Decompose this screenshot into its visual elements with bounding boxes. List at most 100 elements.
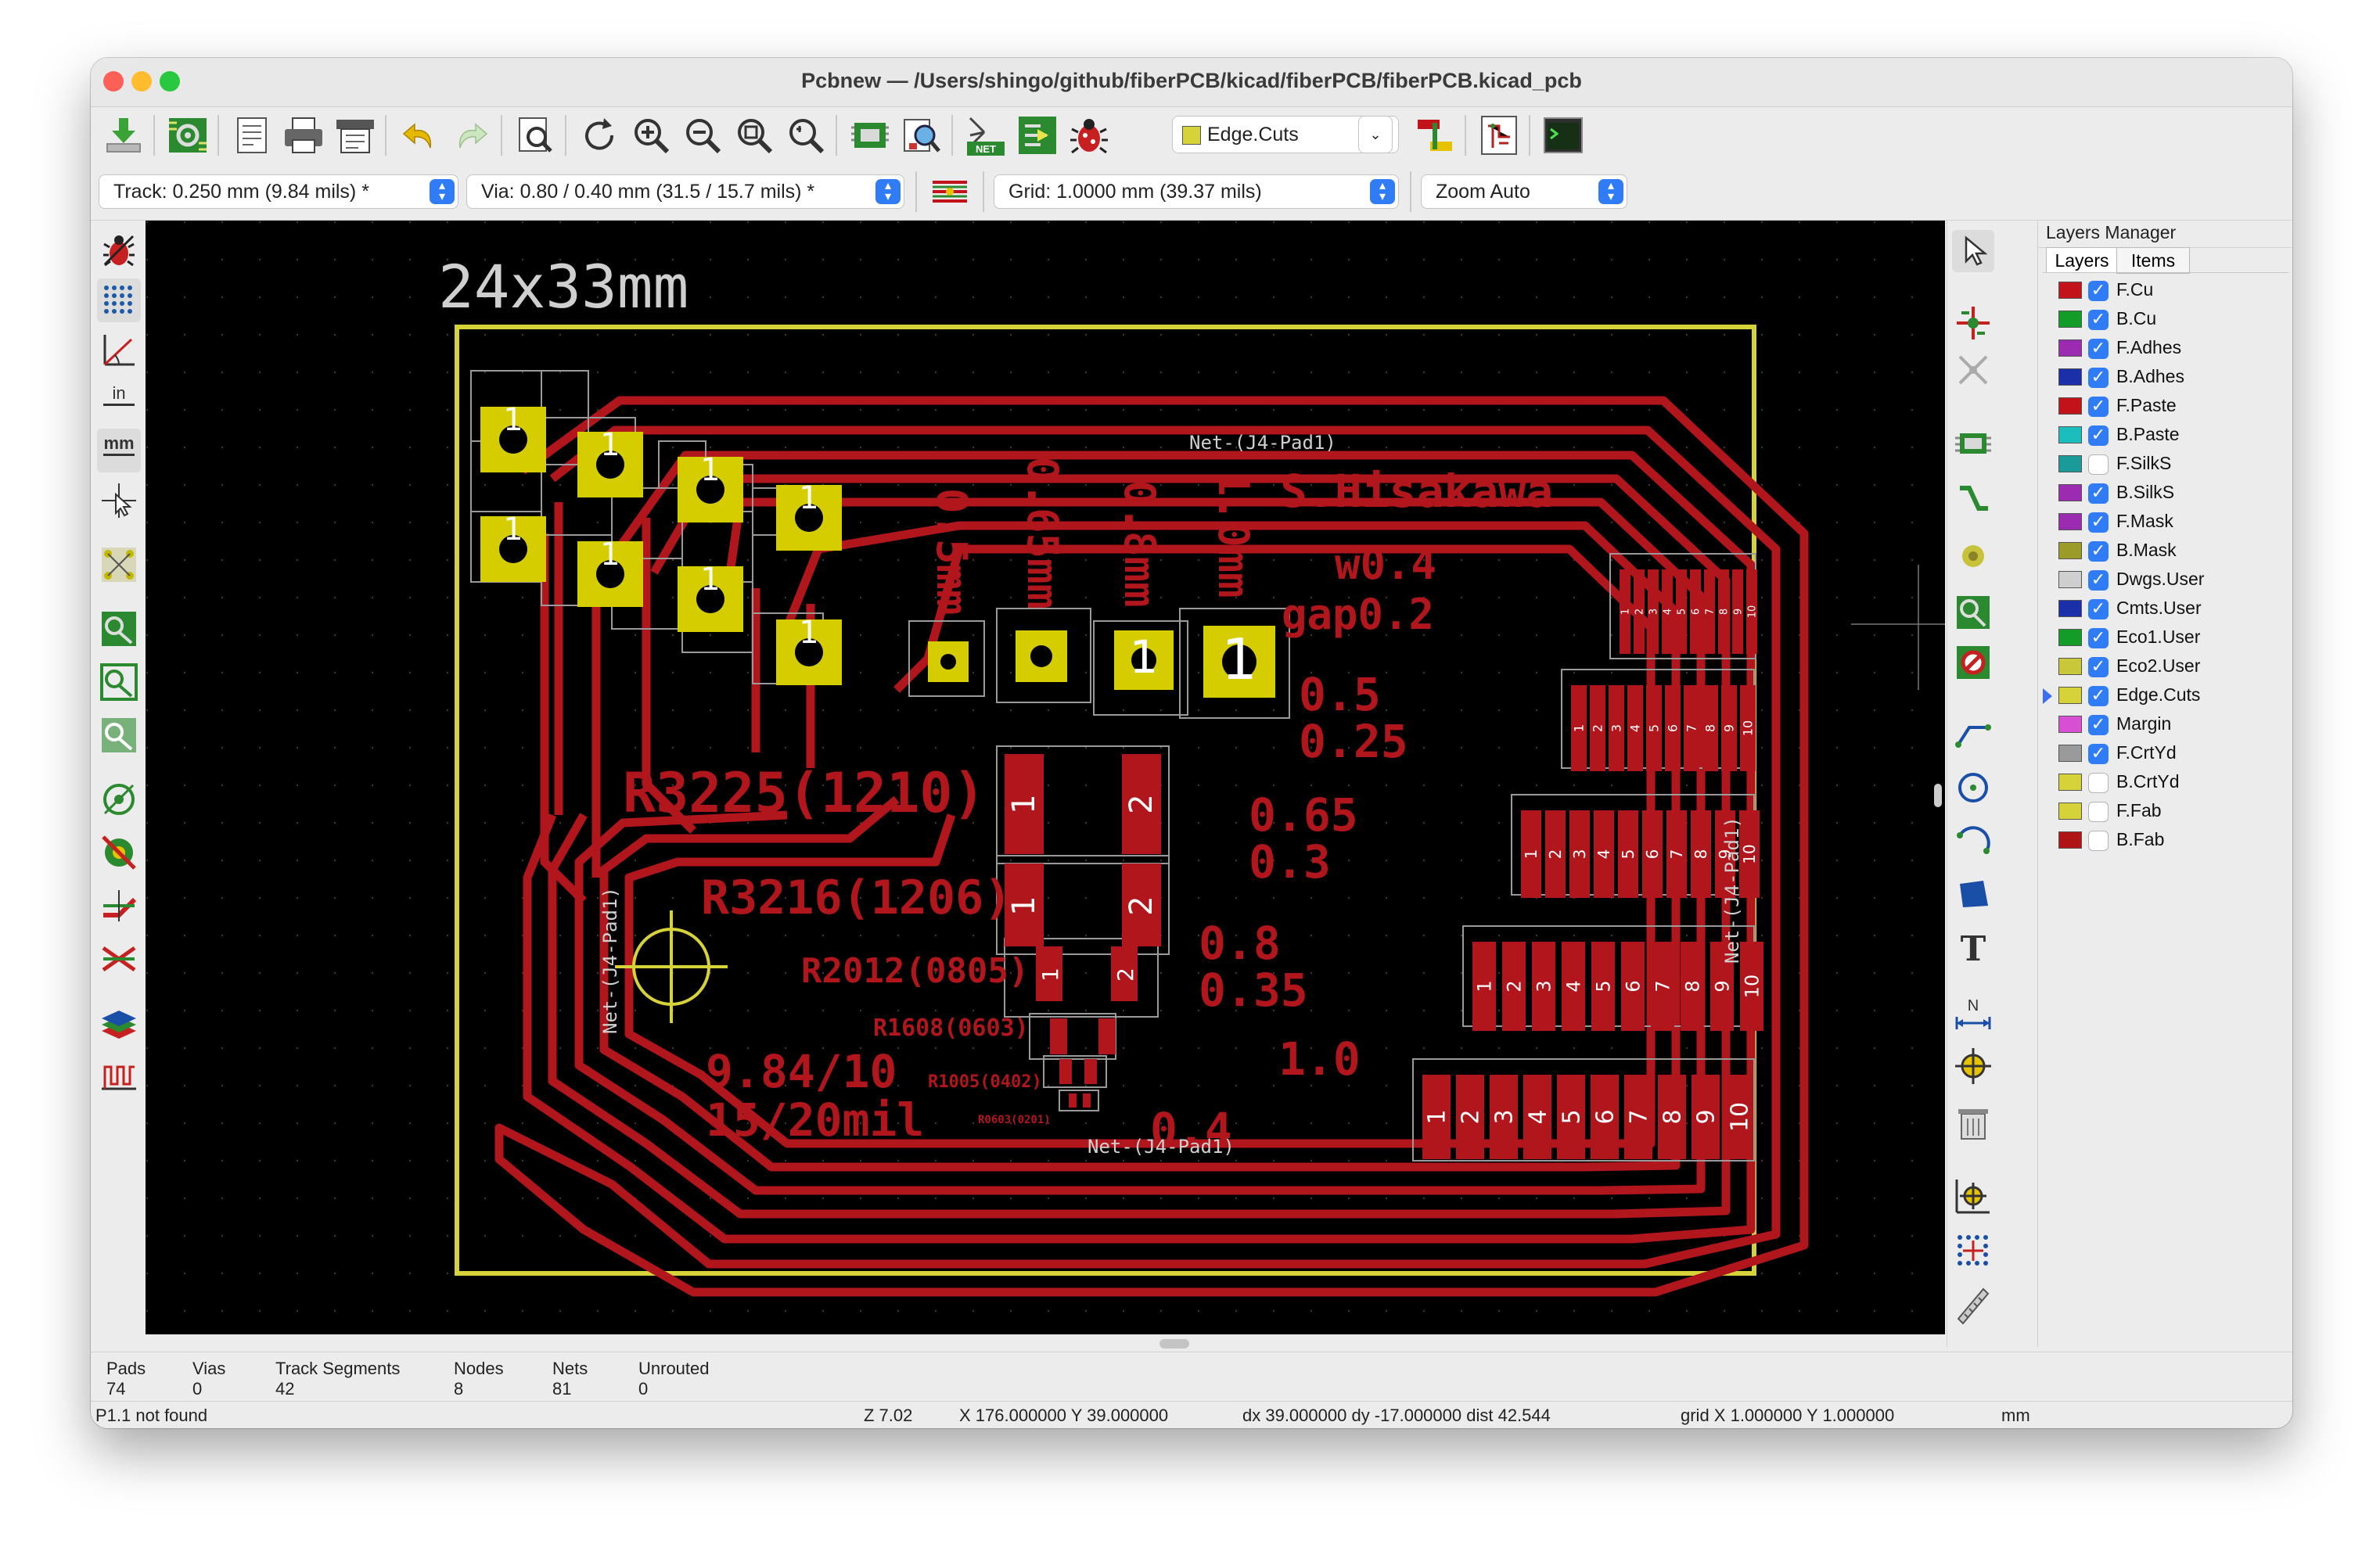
zoom-selection-icon[interactable] xyxy=(782,112,829,159)
layers-manager-icon[interactable] xyxy=(97,1001,141,1045)
drc-off-icon[interactable] xyxy=(97,228,141,272)
load-netlist-icon[interactable]: NET xyxy=(962,112,1009,159)
layer-row[interactable]: ✓ Cmts.User xyxy=(2046,595,2281,623)
layer-visibility-checkbox[interactable]: ✓ xyxy=(2088,541,2109,562)
high-contrast-icon[interactable] xyxy=(97,937,141,981)
add-text-icon[interactable]: T xyxy=(1952,926,1994,969)
layer-color-swatch[interactable] xyxy=(2058,282,2082,299)
layer-row[interactable]: ✓ B.Adhes xyxy=(2046,364,2281,392)
layer-row[interactable]: F.SilkS xyxy=(2046,451,2281,479)
layer-row[interactable]: ✓ B.Paste xyxy=(2046,422,2281,450)
layer-visibility-checkbox[interactable] xyxy=(2088,802,2109,822)
redo-icon[interactable] xyxy=(448,112,494,159)
draw-line-icon[interactable] xyxy=(1952,713,1994,756)
layer-color-swatch[interactable] xyxy=(2058,513,2082,530)
tab-layers[interactable]: Layers xyxy=(2046,247,2118,273)
layer-color-swatch[interactable] xyxy=(2058,774,2082,791)
zone-fill-icon[interactable] xyxy=(97,713,141,757)
layer-visibility-checkbox[interactable]: ✓ xyxy=(2088,657,2109,677)
drc-bug-icon[interactable] xyxy=(1066,112,1113,159)
layer-pair-icon[interactable] xyxy=(1411,112,1458,159)
layer-visibility-checkbox[interactable]: ✓ xyxy=(2088,570,2109,591)
layer-dropdown-button[interactable]: ⌄ xyxy=(1358,116,1393,153)
show-zones-icon[interactable] xyxy=(97,607,141,651)
layer-row[interactable]: ✓ F.Paste xyxy=(2046,393,2281,421)
layer-row[interactable]: B.Fab xyxy=(2046,827,2281,855)
layer-row[interactable]: ✓ F.Mask xyxy=(2046,508,2281,537)
layer-color-swatch[interactable] xyxy=(2058,831,2082,849)
layer-visibility-checkbox[interactable]: ✓ xyxy=(2088,628,2109,648)
drill-origin-icon[interactable] xyxy=(1952,1175,1994,1217)
layer-target-icon[interactable] xyxy=(1952,1045,1994,1087)
layer-color-swatch[interactable] xyxy=(2058,600,2082,617)
select-arrow-icon[interactable] xyxy=(1952,230,1994,272)
layer-visibility-checkbox[interactable]: ✓ xyxy=(2088,599,2109,619)
download-icon[interactable] xyxy=(100,112,147,159)
cursor-shape-icon[interactable] xyxy=(97,479,141,522)
layer-row[interactable]: ✓ B.Cu xyxy=(2046,306,2281,334)
track-sketch-icon[interactable] xyxy=(97,884,141,928)
horizontal-scroll-handle[interactable] xyxy=(1159,1339,1189,1348)
draw-arc-icon[interactable] xyxy=(1952,820,1994,862)
route-track-icon[interactable] xyxy=(1952,479,1994,521)
draw-circle-icon[interactable] xyxy=(1952,767,1994,809)
pcb-canvas[interactable]: 24x33mm 1 1 1 1 1 1 1 1 1 1 0.5mm 0.65mm… xyxy=(146,221,1945,1339)
layer-row[interactable]: ✓ Margin xyxy=(2046,711,2281,739)
plot-icon[interactable] xyxy=(332,112,379,159)
add-zone-icon[interactable] xyxy=(1952,591,1994,634)
pad-sketch-icon[interactable] xyxy=(97,777,141,821)
layer-row[interactable]: ✓ Dwgs.User xyxy=(2046,566,2281,594)
vertical-scroll-handle[interactable] xyxy=(1934,784,1942,807)
layer-visibility-checkbox[interactable]: ✓ xyxy=(2088,425,2109,446)
measure-icon[interactable] xyxy=(1952,1283,1994,1325)
show-schematic-icon[interactable] xyxy=(1476,112,1523,159)
layer-visibility-checkbox[interactable]: ✓ xyxy=(2088,397,2109,417)
ratsnest-icon[interactable] xyxy=(97,543,141,587)
tweak-icon[interactable] xyxy=(1952,349,1994,391)
via-size-select[interactable]: Via: 0.80 / 0.40 mm (31.5 / 15.7 mils) *… xyxy=(466,174,904,209)
grid-select[interactable]: Grid: 1.0000 mm (39.37 mils) ▴ ▾ xyxy=(994,174,1399,209)
layer-row[interactable]: B.CrtYd xyxy=(2046,769,2281,797)
layer-color-swatch[interactable] xyxy=(2058,658,2082,675)
layer-visibility-checkbox[interactable]: ✓ xyxy=(2088,310,2109,330)
add-dimension-icon[interactable]: N xyxy=(1952,992,1994,1034)
layer-color-swatch[interactable] xyxy=(2058,571,2082,588)
layer-visibility-checkbox[interactable]: ✓ xyxy=(2088,686,2109,706)
layer-row[interactable]: ✓ Eco2.User xyxy=(2046,653,2281,681)
grid-dots-icon[interactable] xyxy=(97,278,141,322)
layer-row[interactable]: ✓ Edge.Cuts xyxy=(2043,682,2281,710)
zoom-fit-icon[interactable] xyxy=(731,112,778,159)
layer-color-swatch[interactable] xyxy=(2058,803,2082,820)
layer-color-swatch[interactable] xyxy=(2058,455,2082,472)
grid-origin-icon[interactable] xyxy=(1952,1230,1994,1272)
tab-items[interactable]: Items xyxy=(2116,247,2190,274)
layer-visibility-checkbox[interactable]: ✓ xyxy=(2088,744,2109,764)
layer-visibility-checkbox[interactable] xyxy=(2088,831,2109,851)
footprint-browser-icon[interactable] xyxy=(898,112,945,159)
layer-row[interactable]: ✓ F.Adhes xyxy=(2046,335,2281,363)
layer-color-swatch[interactable] xyxy=(2058,687,2082,704)
redraw-icon[interactable] xyxy=(576,112,623,159)
layer-row[interactable]: ✓ F.CrtYd xyxy=(2046,740,2281,768)
layer-color-swatch[interactable] xyxy=(2058,311,2082,328)
polar-coords-icon[interactable] xyxy=(97,329,141,372)
track-via-auto-icon[interactable] xyxy=(926,168,973,215)
zoom-select[interactable]: Zoom Auto ▴ ▾ xyxy=(1421,174,1627,209)
track-width-select[interactable]: Track: 0.250 mm (9.84 mils) * ▴ ▾ xyxy=(99,174,458,209)
layer-row[interactable]: ✓ F.Cu xyxy=(2046,277,2281,305)
via-sketch-icon[interactable] xyxy=(97,831,141,874)
layer-color-swatch[interactable] xyxy=(2058,542,2082,559)
add-footprint-icon[interactable] xyxy=(1952,422,1994,465)
update-pcb-icon[interactable] xyxy=(1014,112,1061,159)
layer-visibility-checkbox[interactable]: ✓ xyxy=(2088,339,2109,359)
add-via-icon[interactable] xyxy=(1952,535,1994,577)
layer-color-swatch[interactable] xyxy=(2058,397,2082,415)
undo-icon[interactable] xyxy=(396,112,443,159)
zoom-in-icon[interactable] xyxy=(627,112,674,159)
page-settings-icon[interactable] xyxy=(228,112,275,159)
zone-outline-icon[interactable] xyxy=(97,660,141,704)
layer-color-swatch[interactable] xyxy=(2058,745,2082,762)
layer-row[interactable]: ✓ B.Mask xyxy=(2046,537,2281,566)
layer-visibility-checkbox[interactable]: ✓ xyxy=(2088,368,2109,388)
layer-visibility-checkbox[interactable] xyxy=(2088,454,2109,475)
